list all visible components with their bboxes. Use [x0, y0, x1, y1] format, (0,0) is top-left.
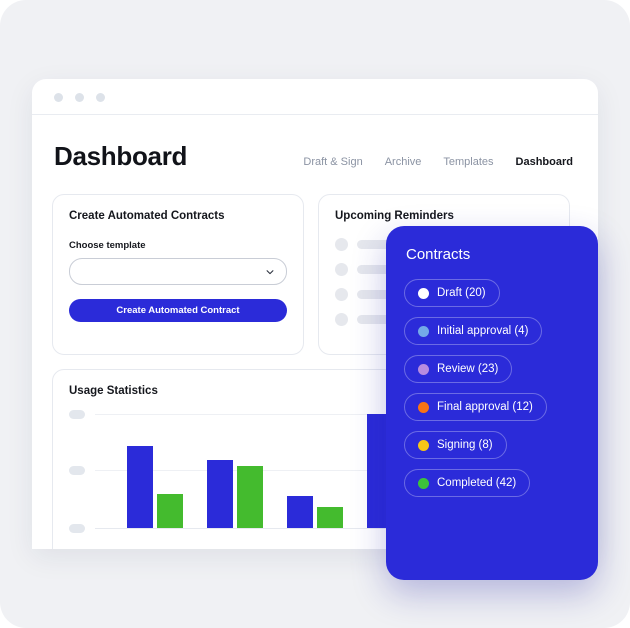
status-pill-label: Draft (20): [437, 287, 486, 299]
y-axis-tick-placeholder: [69, 524, 85, 533]
status-dot-icon: [418, 439, 429, 451]
bar-created[interactable]: [127, 446, 153, 528]
bar-group[interactable]: [207, 460, 263, 528]
create-card-title: Create Automated Contracts: [69, 210, 225, 222]
window-minimize-dot-icon[interactable]: [75, 93, 84, 102]
status-pill-label: Review (23): [437, 363, 499, 375]
status-pill-initial-approval[interactable]: Initial approval (4): [404, 317, 543, 345]
window-maximize-dot-icon[interactable]: [96, 93, 105, 102]
create-automated-contract-button[interactable]: Create Automated Contract: [69, 299, 287, 322]
chevron-down-icon: [266, 269, 274, 274]
status-pill-label: Initial approval (4): [437, 325, 529, 337]
window-close-dot-icon[interactable]: [54, 93, 63, 102]
app-header: Dashboard Draft & Sign Archive Templates…: [52, 115, 578, 172]
page-background: Dashboard Draft & Sign Archive Templates…: [0, 0, 630, 628]
status-dot-icon: [418, 401, 429, 413]
y-axis-tick-placeholder: [69, 410, 85, 419]
placeholder-avatar-icon: [335, 263, 348, 276]
nav-item-dashboard[interactable]: Dashboard: [516, 156, 573, 168]
placeholder-avatar-icon: [335, 313, 348, 326]
status-pill-review[interactable]: Review (23): [404, 355, 513, 383]
status-pill-completed[interactable]: Completed (42): [404, 469, 531, 497]
status-pill-label: Final approval (12): [437, 401, 533, 413]
nav-item-draft-and-sign[interactable]: Draft & Sign: [303, 156, 362, 168]
status-dot-icon: [418, 325, 429, 337]
status-dot-icon: [418, 477, 429, 489]
status-pill-label: Signing (8): [437, 439, 493, 451]
page-title: Dashboard: [54, 141, 188, 171]
nav-item-templates[interactable]: Templates: [443, 156, 493, 168]
template-select[interactable]: [69, 258, 287, 285]
contracts-status-panel: Contracts Draft (20) Initial approval (4…: [386, 226, 598, 580]
bar-created[interactable]: [287, 496, 313, 528]
status-pill-final-approval[interactable]: Final approval (12): [404, 393, 547, 421]
bar-created[interactable]: [207, 460, 233, 528]
bar-group[interactable]: [127, 446, 183, 528]
contracts-panel-title: Contracts: [406, 246, 471, 263]
y-axis-tick-placeholder: [69, 466, 85, 475]
status-dot-icon: [418, 363, 429, 375]
reminders-card-title: Upcoming Reminders: [335, 210, 454, 222]
choose-template-label: Choose template: [69, 240, 146, 251]
main-nav: Draft & Sign Archive Templates Dashboard: [303, 156, 573, 168]
bar-group[interactable]: [287, 496, 343, 528]
bar-completed[interactable]: [237, 466, 263, 528]
placeholder-avatar-icon: [335, 288, 348, 301]
status-pill-draft[interactable]: Draft (20): [404, 279, 500, 307]
status-pill-signing[interactable]: Signing (8): [404, 431, 507, 459]
nav-item-archive[interactable]: Archive: [385, 156, 422, 168]
browser-title-bar: [32, 79, 598, 115]
status-pill-label: Completed (42): [437, 477, 517, 489]
placeholder-avatar-icon: [335, 238, 348, 251]
status-dot-icon: [418, 287, 429, 299]
bar-completed[interactable]: [157, 494, 183, 528]
bar-completed[interactable]: [317, 507, 343, 528]
create-automated-contracts-card: Create Automated Contracts Choose templa…: [52, 194, 304, 355]
